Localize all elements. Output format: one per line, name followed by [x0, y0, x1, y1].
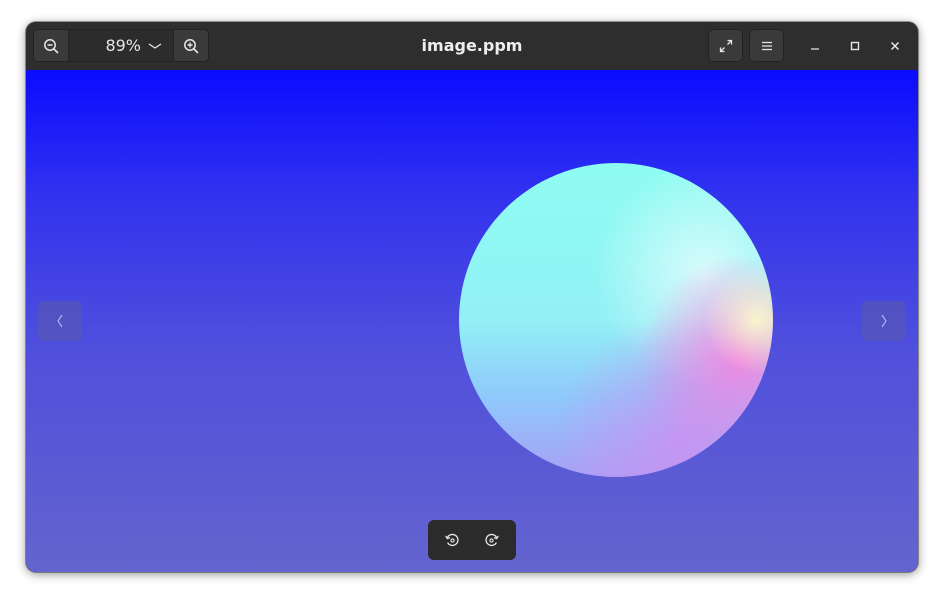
hamburger-menu-icon — [761, 41, 772, 50]
zoom-out-button[interactable] — [34, 30, 68, 61]
main-menu-button[interactable] — [749, 29, 784, 62]
maximize-icon — [850, 41, 860, 51]
rendered-sphere-image — [459, 163, 773, 477]
zoom-control-group: 89% — [33, 29, 209, 62]
zoom-out-icon — [44, 38, 59, 53]
close-icon — [890, 41, 900, 51]
image-canvas[interactable] — [26, 70, 918, 572]
zoom-in-button[interactable] — [174, 30, 208, 61]
chevron-left-icon — [57, 314, 63, 328]
rotate-controls — [428, 520, 516, 560]
zoom-in-icon — [184, 38, 199, 53]
zoom-level-value: 89% — [105, 36, 141, 55]
rotate-left-icon — [445, 533, 459, 547]
next-image-button[interactable] — [862, 301, 906, 341]
maximize-button[interactable] — [843, 34, 867, 58]
rotate-right-icon — [485, 533, 499, 547]
rotate-left-button[interactable] — [434, 524, 470, 556]
chevron-down-icon — [148, 42, 162, 49]
previous-image-button[interactable] — [38, 301, 82, 341]
image-viewer-window: 89% image.ppm — [26, 22, 918, 572]
close-button[interactable] — [883, 34, 907, 58]
fullscreen-icon — [719, 39, 732, 52]
zoom-level-dropdown[interactable]: 89% — [68, 30, 174, 61]
fullscreen-button[interactable] — [708, 29, 743, 62]
minimize-icon — [811, 48, 819, 50]
chevron-right-icon — [881, 314, 887, 328]
header-bar: 89% image.ppm — [26, 22, 918, 71]
minimize-button[interactable] — [803, 34, 827, 58]
rotate-right-button[interactable] — [474, 524, 510, 556]
